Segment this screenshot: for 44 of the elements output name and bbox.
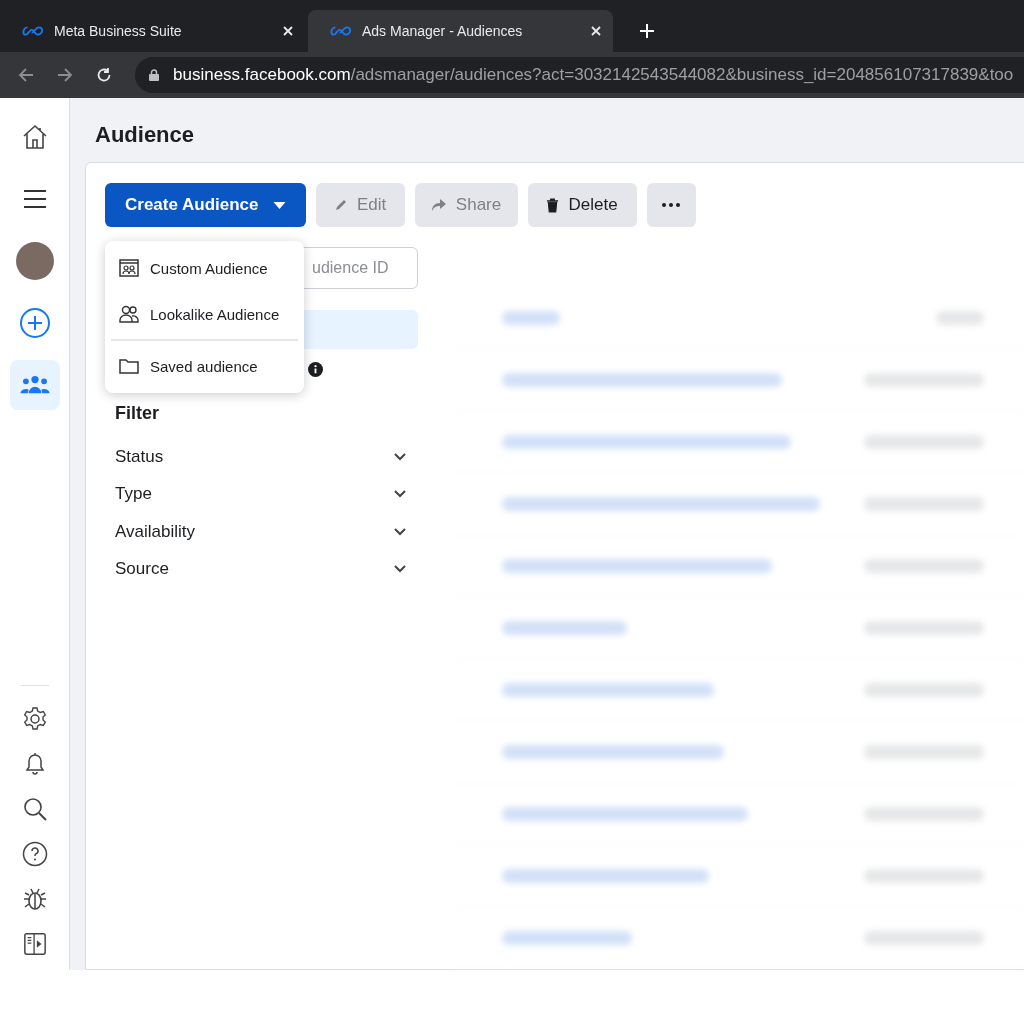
help-icon bbox=[21, 841, 48, 867]
infinity-logo-icon bbox=[22, 25, 44, 37]
info-icon[interactable] bbox=[308, 362, 323, 377]
create-audience-button[interactable]: Create Audience bbox=[105, 183, 306, 227]
page-title: Audience bbox=[95, 122, 196, 149]
delete-button[interactable]: Delete bbox=[527, 183, 637, 227]
menu-item[interactable]: Saved audience bbox=[111, 343, 298, 389]
filter-dropdown[interactable]: Status bbox=[105, 438, 418, 476]
lock-icon bbox=[149, 69, 159, 81]
menu-icon bbox=[22, 189, 47, 209]
people-icon bbox=[119, 305, 139, 323]
menu-item[interactable]: Lookalike Audience bbox=[111, 291, 298, 337]
people-card-icon bbox=[119, 259, 139, 277]
browser-tab[interactable]: Ads Manager - Audiences bbox=[308, 10, 613, 52]
settings-icon bbox=[21, 706, 48, 732]
new-tab-icon[interactable] bbox=[640, 24, 654, 38]
address-bar[interactable]: business.facebook.com/adsmanager/audiences?act=3032142543544082&business_id=204856107317839&too bbox=[135, 57, 1024, 93]
filter-dropdown[interactable]: Type bbox=[105, 475, 418, 513]
more-button[interactable] bbox=[646, 183, 696, 227]
forward-arrow-icon[interactable] bbox=[57, 67, 73, 83]
more-dots-icon bbox=[662, 203, 681, 207]
url-host: business.facebook.com bbox=[173, 65, 351, 85]
search-icon bbox=[21, 796, 48, 822]
reload-icon[interactable] bbox=[96, 67, 112, 83]
close-icon[interactable] bbox=[591, 26, 601, 36]
browser-tab[interactable]: Meta Business Suite bbox=[0, 10, 305, 52]
caret-icon bbox=[272, 201, 286, 209]
infinity-logo-icon bbox=[330, 25, 352, 37]
people-icon bbox=[19, 375, 50, 395]
filter-heading: Filter bbox=[115, 403, 160, 424]
folder-icon bbox=[119, 358, 139, 374]
bug-icon bbox=[21, 886, 48, 912]
pencil-icon bbox=[333, 198, 348, 212]
close-icon[interactable] bbox=[283, 26, 293, 36]
share-arrow-icon bbox=[430, 198, 447, 212]
panel-icon bbox=[22, 932, 47, 956]
trash-icon bbox=[546, 197, 560, 213]
plus-circle-icon bbox=[18, 307, 51, 339]
audiences-nav-item[interactable] bbox=[9, 360, 60, 410]
url-path: /adsmanager/audiences?act=3032142543544082&business_id=204856107317839&too bbox=[350, 65, 1014, 85]
menu-item[interactable]: Custom Audience bbox=[111, 245, 298, 291]
back-arrow-icon[interactable] bbox=[18, 67, 34, 83]
filter-dropdown[interactable]: Availability bbox=[105, 513, 418, 551]
filter-dropdown[interactable]: Source bbox=[105, 550, 418, 588]
